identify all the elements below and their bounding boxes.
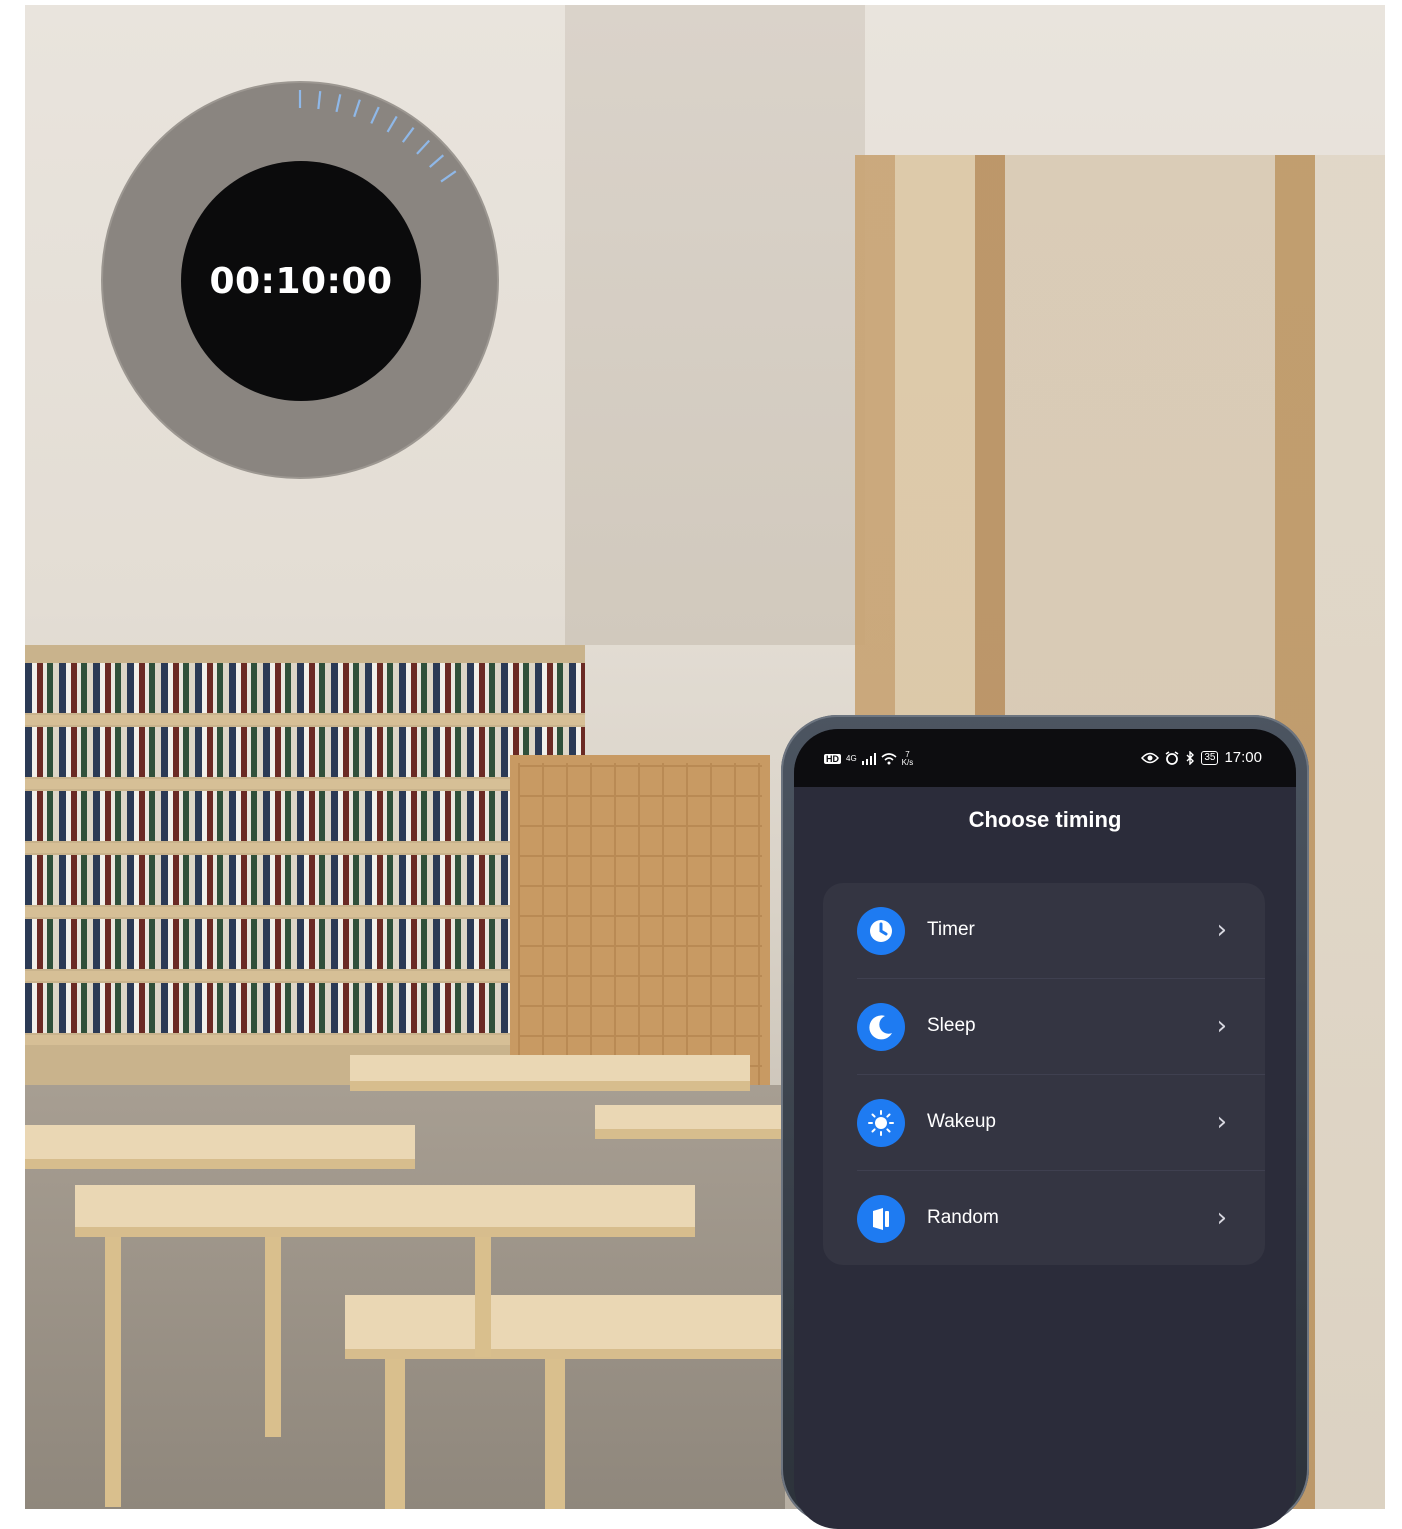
table: [350, 1055, 750, 1091]
progress-tick: [317, 90, 322, 110]
timer-countdown: 00:10:00: [209, 261, 393, 302]
page-header: [794, 787, 1296, 887]
phone-screen: HD 4G 7 K/s 35 17:00 Choose timing Timer…: [794, 729, 1296, 1529]
moon-icon: [857, 1003, 905, 1051]
net-speed-unit: K/s: [901, 758, 914, 767]
menu-item-sleep[interactable]: Sleep ›: [823, 979, 1265, 1074]
battery-icon: 35: [1201, 750, 1219, 765]
menu-item-label: Random: [927, 1207, 999, 1228]
table: [25, 1125, 415, 1169]
sun-icon: [857, 1099, 905, 1147]
menu-item-label: Sleep: [927, 1015, 976, 1036]
table: [345, 1295, 785, 1359]
progress-tick: [401, 127, 415, 143]
status-left: HD 4G 7 K/s: [824, 751, 913, 767]
wifi-icon: [881, 753, 897, 765]
bookshelf: [25, 645, 585, 1085]
random-icon: [857, 1195, 905, 1243]
menu-item-label: Timer: [927, 919, 975, 940]
table: [595, 1105, 785, 1139]
status-right: 35 17:00: [1141, 749, 1262, 766]
network-type: 4G: [846, 754, 857, 763]
eye-icon: [1141, 752, 1160, 763]
progress-tick: [440, 170, 457, 183]
clock-icon: [857, 907, 905, 955]
clock-time: 17:00: [1224, 749, 1262, 766]
progress-tick: [386, 115, 398, 133]
page-title: Choose timing: [968, 807, 1122, 832]
hd-badge: HD: [824, 754, 841, 764]
progress-tick: [370, 106, 380, 124]
progress-tick: [416, 139, 430, 155]
chevron-right-icon: ›: [1216, 1203, 1227, 1233]
progress-tick: [353, 99, 361, 118]
menu-item-label: Wakeup: [927, 1111, 996, 1132]
chevron-right-icon: ›: [1216, 1011, 1227, 1041]
menu-item-timer[interactable]: Timer ›: [823, 883, 1265, 978]
progress-tick: [335, 94, 342, 113]
chevron-right-icon: ›: [1216, 915, 1227, 945]
timing-menu: Timer › Sleep › Wakeup › Random ›: [823, 883, 1265, 1265]
status-bar: HD 4G 7 K/s 35 17:00: [794, 729, 1296, 787]
chevron-right-icon: ›: [1216, 1107, 1227, 1137]
table: [75, 1185, 695, 1237]
menu-item-random[interactable]: Random ›: [823, 1171, 1265, 1266]
menu-item-wakeup[interactable]: Wakeup ›: [823, 1075, 1265, 1170]
signal-icon: [861, 753, 876, 765]
bluetooth-icon: [1186, 750, 1195, 765]
back-wall: [565, 5, 865, 645]
alarm-icon: [1165, 750, 1179, 765]
progress-tick: [429, 154, 445, 168]
